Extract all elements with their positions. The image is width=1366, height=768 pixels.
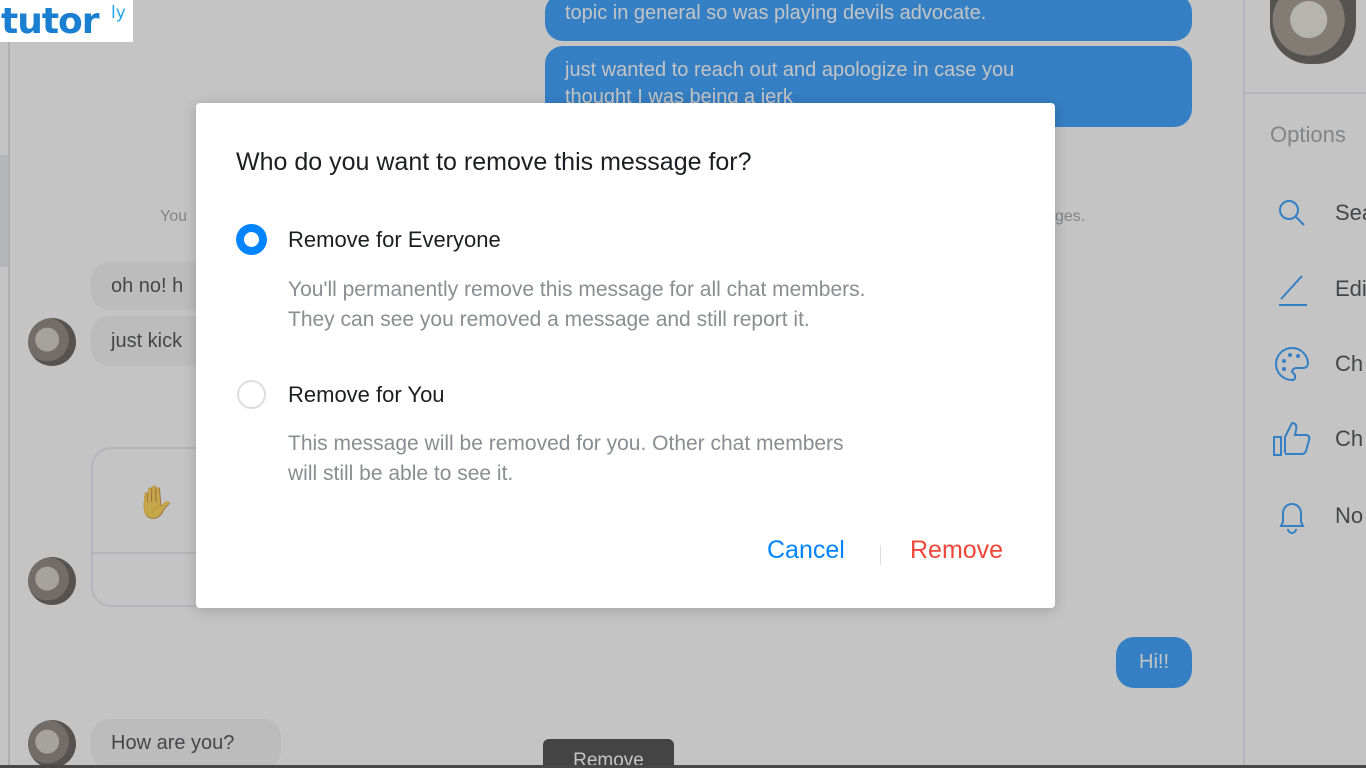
option-description: You'll permanently remove this message f… bbox=[288, 275, 988, 335]
description-line: They can see you removed a message and s… bbox=[288, 308, 810, 331]
description-line: You'll permanently remove this message f… bbox=[288, 278, 866, 301]
option-label[interactable]: Remove for Everyone bbox=[288, 227, 501, 253]
remove-message-dialog: Who do you want to remove this message f… bbox=[196, 103, 1055, 608]
logo-suffix: ly bbox=[111, 3, 126, 23]
logo-word: tutor bbox=[1, 1, 100, 42]
option-label[interactable]: Remove for You bbox=[288, 382, 445, 408]
radio-remove-for-everyone[interactable] bbox=[237, 225, 266, 254]
tutorly-logo: tutor ly bbox=[0, 0, 133, 42]
radio-remove-for-you[interactable] bbox=[237, 380, 266, 409]
option-description: This message will be removed for you. Ot… bbox=[288, 429, 988, 489]
remove-button[interactable]: Remove bbox=[910, 536, 1003, 565]
dialog-title: Who do you want to remove this message f… bbox=[236, 148, 752, 176]
description-line: This message will be removed for you. Ot… bbox=[288, 432, 844, 455]
description-line: will still be able to see it. bbox=[288, 462, 514, 485]
button-separator bbox=[880, 545, 881, 565]
cancel-button[interactable]: Cancel bbox=[767, 536, 845, 565]
